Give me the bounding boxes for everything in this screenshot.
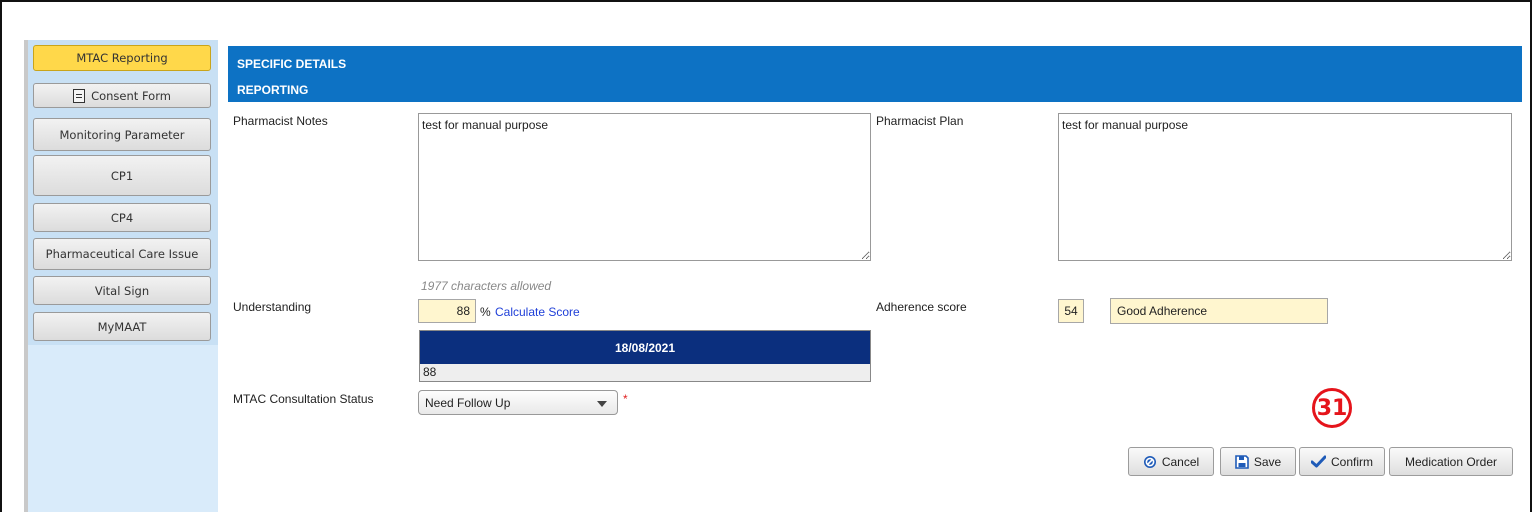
save-button[interactable]: Save <box>1220 447 1296 476</box>
characters-allowed-hint: 1977 characters allowed <box>421 279 552 293</box>
sidebar-item-mymaat[interactable]: MyMAAT <box>33 312 211 341</box>
cancel-button-label: Cancel <box>1161 454 1200 469</box>
consultation-status-label: MTAC Consultation Status <box>233 392 374 406</box>
sidebar-item-label: Monitoring Parameter <box>59 127 185 142</box>
chevron-down-icon <box>597 401 607 407</box>
checkmark-icon <box>1310 455 1326 468</box>
pharmacist-notes-label: Pharmacist Notes <box>233 114 328 128</box>
understanding-label: Understanding <box>233 300 312 314</box>
sidebar-item-monitoring-parameter[interactable]: Monitoring Parameter <box>33 118 211 151</box>
pharmacist-notes-textarea[interactable]: test for manual purpose <box>418 113 871 261</box>
sidebar-item-consent-form[interactable]: Consent Form <box>33 83 211 108</box>
adherence-score-field: 54 <box>1058 299 1084 323</box>
pharmacist-plan-label: Pharmacist Plan <box>876 114 964 128</box>
cancel-icon <box>1143 455 1157 469</box>
sidebar-item-label: Pharmaceutical Care Issue <box>45 247 199 261</box>
adherence-result-field: Good Adherence <box>1110 298 1328 324</box>
save-button-label: Save <box>1253 454 1282 469</box>
confirm-button-label: Confirm <box>1330 454 1373 469</box>
adherence-score-label: Adherence score <box>876 300 967 314</box>
sidebar-item-mtac-reporting[interactable]: MTAC Reporting <box>33 45 211 71</box>
sidebar-item-cp1[interactable]: CP1 <box>33 155 211 196</box>
cancel-button[interactable]: Cancel <box>1128 447 1214 476</box>
step-marker: 31 <box>1312 388 1352 428</box>
medication-order-button[interactable]: Medication Order <box>1389 447 1513 476</box>
window-border-left <box>0 0 2 512</box>
score-history-value: 88 <box>420 364 870 381</box>
sidebar-item-label: MyMAAT <box>97 319 147 334</box>
sidebar-item-label: CP1 <box>110 168 134 183</box>
calculate-score-link[interactable]: Calculate Score <box>495 305 580 319</box>
consultation-status-select[interactable]: Need Follow Up <box>418 390 618 415</box>
section-header: SPECIFIC DETAILS REPORTING <box>228 46 1522 102</box>
confirm-button[interactable]: Confirm <box>1299 447 1385 476</box>
pharmacist-plan-textarea[interactable]: test for manual purpose <box>1058 113 1512 261</box>
adherence-result-value: Good Adherence <box>1117 304 1208 318</box>
understanding-score-field[interactable]: 88 <box>418 299 476 323</box>
section-subtitle: REPORTING <box>237 83 309 97</box>
understanding-score-value: 88 <box>456 304 470 318</box>
sidebar-item-label: Vital Sign <box>94 283 150 298</box>
sidebar-item-vital-sign[interactable]: Vital Sign <box>33 276 211 305</box>
section-title: SPECIFIC DETAILS <box>237 57 347 71</box>
window-border-top <box>0 0 1532 2</box>
score-history-table: 18/08/2021 88 <box>419 330 871 382</box>
sidebar-item-label: Consent Form <box>91 88 171 103</box>
save-icon <box>1235 454 1249 469</box>
medication-order-button-label: Medication Order <box>1404 454 1498 469</box>
sidebar: MTAC Reporting Consent Form Monitoring P… <box>28 40 218 512</box>
sidebar-item-label: CP4 <box>110 210 134 225</box>
adherence-score-value: 54 <box>1064 304 1078 318</box>
sidebar-item-pharmaceutical-care-issue[interactable]: Pharmaceutical Care Issue <box>33 238 211 270</box>
document-icon <box>73 88 86 103</box>
sidebar-item-cp4[interactable]: CP4 <box>33 203 211 232</box>
sidebar-item-label: MTAC Reporting <box>76 51 168 65</box>
percent-sign: % <box>480 305 491 319</box>
required-marker: * <box>623 392 628 406</box>
score-history-date: 18/08/2021 <box>420 331 870 364</box>
consultation-status-value: Need Follow Up <box>425 395 511 410</box>
